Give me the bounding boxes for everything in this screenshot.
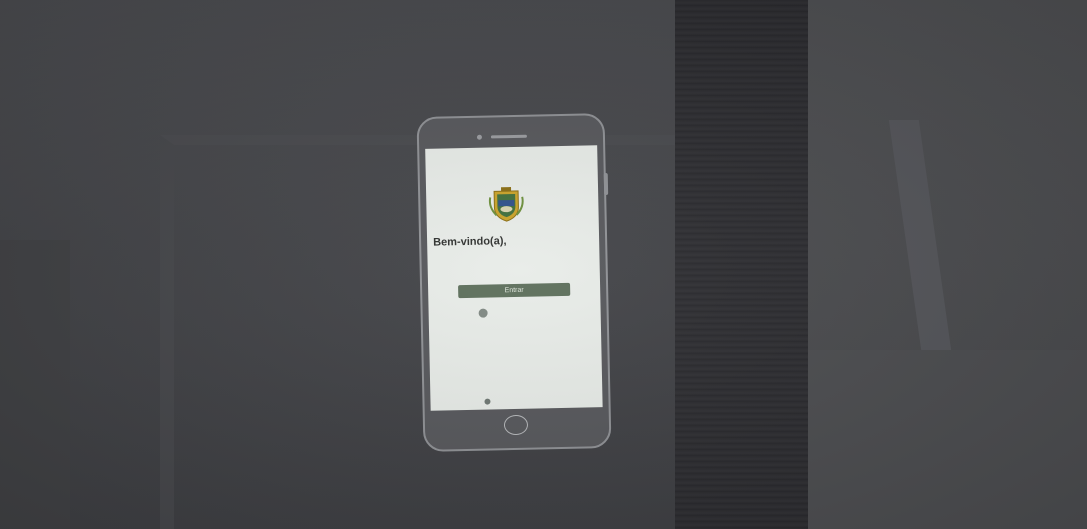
- phone-screen: Bem-vindo(a), Entrar: [425, 145, 603, 411]
- enter-button[interactable]: Entrar: [458, 282, 571, 299]
- floor-area: [808, 350, 1087, 529]
- front-camera-icon: [476, 134, 483, 140]
- photo-scene: Bem-vindo(a), Entrar: [0, 0, 1087, 529]
- dark-panel: [675, 0, 808, 529]
- radio-icon[interactable]: [478, 308, 488, 318]
- welcome-heading: Bem-vindo(a),: [433, 235, 507, 249]
- page-indicator-dot: [484, 398, 491, 405]
- earpiece-speaker: [490, 134, 527, 139]
- smartphone: Bem-vindo(a), Entrar: [416, 113, 612, 452]
- crest-logo-icon: [488, 187, 524, 222]
- side-button: [603, 173, 609, 196]
- radio-option[interactable]: [478, 306, 496, 318]
- home-button[interactable]: [503, 414, 529, 436]
- wall-shadow: [0, 240, 70, 529]
